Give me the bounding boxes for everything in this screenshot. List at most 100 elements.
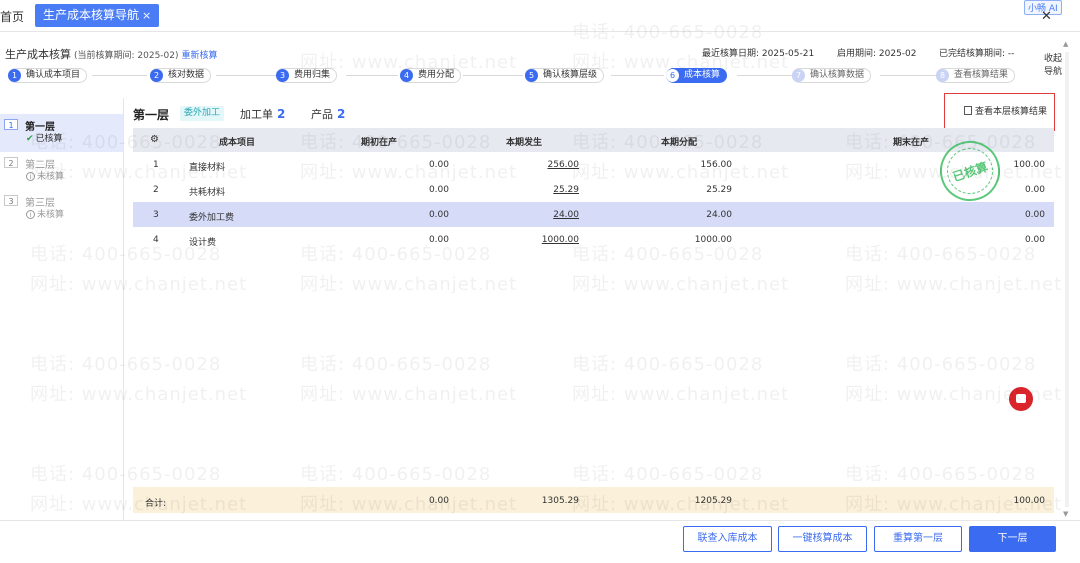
- step-label: 费用分配: [418, 70, 455, 80]
- watermark-phone: 电话: 400-665-0028: [572, 354, 764, 375]
- step-cost-calculation[interactable]: 6 成本核算: [666, 68, 728, 83]
- layer-status: i 未核算: [26, 169, 64, 182]
- enable-period: 启用期间: 2025-02: [837, 49, 917, 59]
- scroll-up-icon[interactable]: ▲: [1063, 40, 1068, 48]
- table-row[interactable]: 2 共耗材料 0.00 25.29 25.29 0.00: [133, 177, 1054, 202]
- watermark-phone: 电话: 400-665-0028: [572, 464, 764, 485]
- table-row[interactable]: 1 直接材料 0.00 256.00 156.00 100.00: [133, 152, 1054, 177]
- process-order-count[interactable]: 加工单 2: [240, 106, 285, 122]
- cell-item: 共耗材料: [189, 188, 226, 198]
- close-icon[interactable]: ✕: [1041, 9, 1052, 24]
- step-confirm-levels[interactable]: 5 确认核算层级: [525, 68, 605, 83]
- step-connector: [880, 75, 936, 76]
- tab-label: 生产成本核算导航: [43, 8, 140, 22]
- tab-close-icon[interactable]: ×: [142, 9, 151, 22]
- step-label: 确认核算数据: [810, 70, 865, 80]
- step-check-data[interactable]: 2 核对数据: [150, 68, 212, 83]
- tab-production-cost-nav[interactable]: 生产成本核算导航 ×: [35, 4, 160, 27]
- col-current-occur: 本期发生: [506, 138, 543, 148]
- product-label: 产品: [311, 108, 333, 121]
- watermark-site: 网址: www.chanjet.net: [572, 274, 790, 295]
- step-number: 8: [936, 69, 949, 82]
- table-row-selected[interactable]: 3 委外加工费 0.00 24.00 24.00 0.00: [133, 202, 1054, 227]
- vertical-scrollbar[interactable]: ▲ ▼: [1062, 40, 1072, 520]
- watermark-site: 网址: www.chanjet.net: [572, 384, 790, 405]
- next-layer-button[interactable]: 下一层: [969, 526, 1056, 552]
- query-inbound-cost-button[interactable]: 联查入库成本: [683, 526, 772, 552]
- step-number: 5: [525, 69, 538, 82]
- scroll-down-icon[interactable]: ▼: [1063, 510, 1068, 518]
- layer-status-text: 已核算: [35, 134, 63, 144]
- cell-alloc: 25.29: [706, 185, 732, 195]
- watermark-phone: 电话: 400-665-0028: [300, 464, 492, 485]
- cell-occur-link[interactable]: 25.29: [509, 185, 579, 195]
- sidebar-item-layer-3[interactable]: 3 第三层 i 未核算: [0, 190, 123, 228]
- cell-begin: 0.00: [428, 235, 449, 245]
- step-label: 确认成本项目: [26, 70, 81, 80]
- total-label: 合计:: [145, 499, 167, 509]
- step-connector: [611, 75, 664, 76]
- chat-icon-inner: [1016, 394, 1026, 403]
- settings-gear-icon[interactable]: ⚙: [150, 134, 159, 145]
- step-label: 确认核算层级: [543, 70, 598, 80]
- step-expense-allocation[interactable]: 4 费用分配: [400, 68, 462, 83]
- row-number: 1: [153, 160, 159, 170]
- step-expense-collection[interactable]: 3 费用归集: [276, 68, 338, 83]
- document-icon: [964, 106, 972, 115]
- view-layer-result-label: 查看本层核算结果: [975, 107, 1048, 117]
- recalculate-link[interactable]: 重新核算: [182, 51, 218, 61]
- tab-home[interactable]: 首页: [0, 8, 24, 25]
- step-confirm-calc-data[interactable]: 7 确认核算数据: [792, 68, 872, 83]
- closed-period: 已完结核算期间: --: [939, 49, 1015, 59]
- one-click-calc-button[interactable]: 一键核算成本: [778, 526, 867, 552]
- recalc-layer-1-button[interactable]: 重算第一层: [874, 526, 962, 552]
- step-number: 7: [792, 69, 805, 82]
- cell-item: 委外加工费: [189, 213, 235, 223]
- total-row: 合计: 0.00 1305.29 1205.29 100.00: [133, 487, 1054, 513]
- info-icon: i: [26, 210, 35, 219]
- layer-index: 3: [4, 195, 18, 206]
- cell-occur-link[interactable]: 1000.00: [509, 235, 579, 245]
- step-connector: [346, 75, 398, 76]
- table-row[interactable]: 4 设计费 0.00 1000.00 1000.00 0.00: [133, 227, 1054, 252]
- watermark-phone: 电话: 400-665-0028: [845, 464, 1037, 485]
- outsource-tag[interactable]: 委外加工: [180, 106, 225, 121]
- step-label: 核对数据: [168, 70, 205, 80]
- sidebar-item-layer-1[interactable]: 1 第一层 ✔ 已核算: [0, 114, 123, 152]
- product-count[interactable]: 产品 2: [311, 106, 345, 122]
- watermark-site: 网址: www.chanjet.net: [845, 274, 1063, 295]
- view-layer-result-button[interactable]: 查看本层核算结果: [944, 93, 1055, 131]
- layer-title: 第一层: [133, 108, 170, 122]
- watermark-site: 网址: www.chanjet.net: [300, 384, 518, 405]
- check-icon: ✔: [26, 134, 34, 144]
- layer-index: 2: [4, 157, 18, 168]
- scroll-track[interactable]: [1065, 52, 1069, 507]
- sidebar-item-layer-2[interactable]: 2 第二层 i 未核算: [0, 152, 123, 190]
- step-number: 1: [8, 69, 21, 82]
- col-cost-item: 成本项目: [219, 138, 256, 148]
- step-confirm-cost-items[interactable]: 1 确认成本项目: [8, 68, 88, 83]
- cell-occur-link[interactable]: 256.00: [509, 160, 580, 170]
- step-connector: [216, 75, 276, 76]
- chat-bubble-icon[interactable]: [1009, 387, 1033, 411]
- step-number: 4: [400, 69, 413, 82]
- step-connector: [463, 75, 523, 76]
- step-label: 查看核算结果: [954, 70, 1009, 80]
- layer-status-text: 未核算: [37, 210, 65, 220]
- layer-status: ✔ 已核算: [26, 131, 63, 144]
- cell-end: 0.00: [1024, 235, 1045, 245]
- cell-begin: 0.00: [428, 185, 449, 195]
- page-title-text: 生产成本核算: [5, 48, 71, 61]
- step-view-calc-result[interactable]: 8 查看核算结果: [936, 68, 1016, 83]
- cell-alloc: 156.00: [700, 160, 733, 170]
- info-icon: i: [26, 172, 35, 181]
- cell-end: 0.00: [1024, 210, 1045, 220]
- layer-status: i 未核算: [26, 207, 64, 220]
- cell-occur-link[interactable]: 24.00: [509, 210, 579, 220]
- layer-sidebar: 1 第一层 ✔ 已核算 2 第二层 i 未核算 3 第三层 i 未核算: [0, 98, 124, 520]
- row-number: 3: [153, 210, 159, 220]
- total-end: 100.00: [1013, 496, 1046, 506]
- layer-index: 1: [4, 119, 18, 130]
- top-tab-bar: 首页 生产成本核算导航 × 小畅 AI ✕: [0, 0, 1080, 32]
- cell-begin: 0.00: [428, 210, 449, 220]
